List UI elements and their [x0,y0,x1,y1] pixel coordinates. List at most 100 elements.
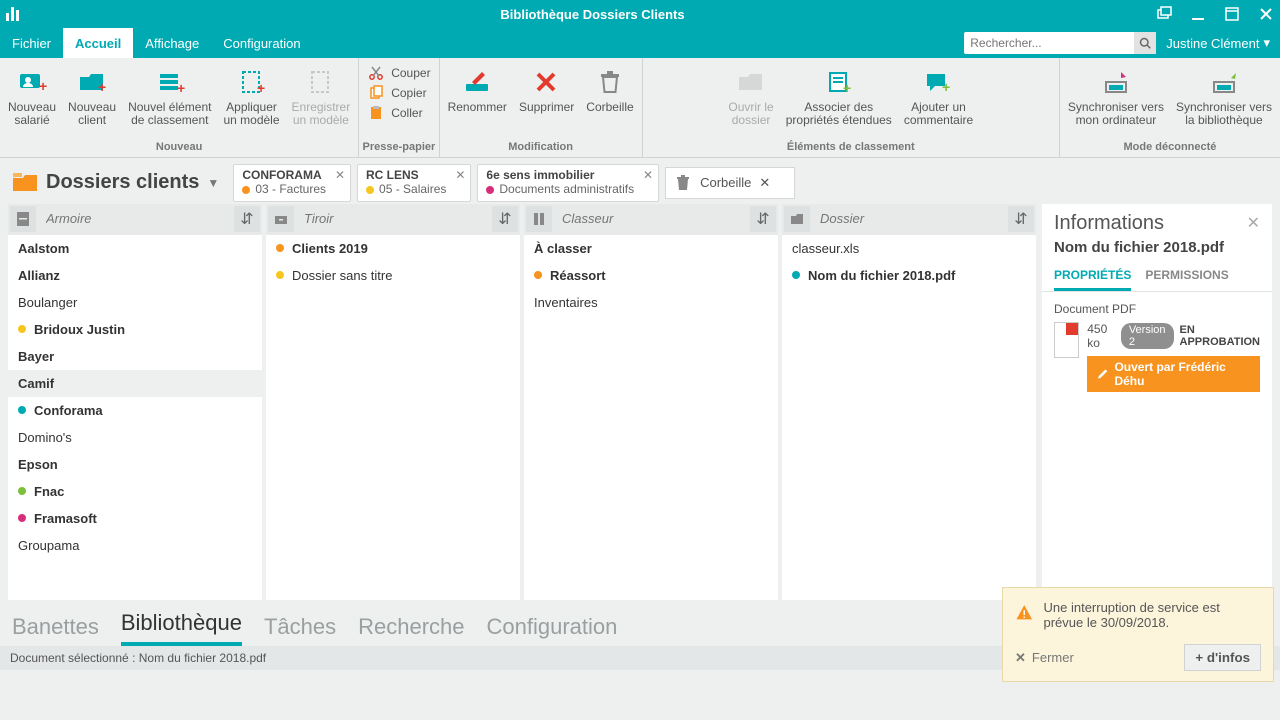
list-item[interactable]: Epson [8,451,262,478]
list-item[interactable]: Groupama [8,532,262,559]
ribbon-btn: Ouvrir le dossier [722,62,779,131]
bottom-tab-banettes[interactable]: Banettes [12,614,99,646]
svg-text:+: + [257,80,265,96]
close-icon[interactable]: ✕ [455,169,465,183]
list-item[interactable]: Dossier sans titre [266,262,520,289]
menu-fichier[interactable]: Fichier [0,28,63,58]
menu-configuration[interactable]: Configuration [211,28,312,58]
list-item[interactable]: Allianz [8,262,262,289]
sort-icon[interactable]: ⇵ [234,206,260,232]
list-item[interactable]: Conforama [8,397,262,424]
close-icon[interactable]: ✕ [643,169,653,183]
alert-close[interactable]: ✕Fermer [1015,650,1074,666]
alert-more-button[interactable]: + d'infos [1184,644,1261,671]
openf-icon [735,66,767,98]
list-item[interactable]: Nom du fichier 2018.pdf [782,262,1036,289]
stackplus-icon: + [154,66,186,98]
syncup-icon [1208,66,1240,98]
filter-armoire[interactable] [40,211,230,226]
list-item[interactable]: À classer [524,235,778,262]
ribbon-btn[interactable]: Coller [367,104,430,122]
tab-permissions[interactable]: PERMISSIONS [1145,262,1228,291]
info-doctype: Document PDF [1054,302,1260,316]
close-icon[interactable]: ✕ [335,169,345,183]
list-item[interactable]: Fnac [8,478,262,505]
ribbon-btn[interactable]: +Nouveau salarié [2,62,62,131]
window-title: Bibliothèque Dossiers Clients [29,7,1156,22]
list-item[interactable]: Domino's [8,424,262,451]
minimize-icon[interactable] [1190,6,1206,22]
tab-corbeille[interactable]: Corbeille ✕ [665,167,795,199]
list-item[interactable]: Clients 2019 [266,235,520,262]
comment-icon: + [922,66,954,98]
pdf-thumb-icon [1054,322,1079,358]
document-tab[interactable]: 6e sens immobilierDocuments administrati… [477,164,659,202]
svg-text:+: + [942,79,950,95]
user-menu[interactable]: Justine Clément ▾ [1156,28,1280,58]
close-icon[interactable]: ✕ [759,175,770,191]
menu-accueil[interactable]: Accueil [63,28,133,58]
ribbon-btn[interactable]: Corbeille [580,62,639,118]
ribbon-group-classement: Ouvrir le dossier+Associer des propriété… [643,58,1060,157]
sort-icon[interactable]: ⇵ [750,206,776,232]
ribbon-btn[interactable]: +Appliquer un modèle [217,62,285,131]
search-input[interactable] [964,36,1134,50]
bottom-tab-bibliothèque[interactable]: Bibliothèque [121,610,242,646]
list-item[interactable]: Bridoux Justin [8,316,262,343]
restore-window-icon[interactable] [1156,6,1172,22]
ribbon-group-modification: RenommerSupprimerCorbeille Modification [440,58,643,157]
trash-icon [594,66,626,98]
rename-icon [461,66,493,98]
filter-dossier[interactable] [814,211,1004,226]
status-left: Document sélectionné : Nom du fichier 20… [10,651,266,665]
column-classeur: ⇵ À classerRéassortInventaires [524,204,778,600]
document-tab[interactable]: RC LENS05 - Salaires✕ [357,164,471,202]
info-filename: Nom du fichier 2018.pdf [1042,237,1272,262]
folderplus-icon: + [76,66,108,98]
maximize-icon[interactable] [1224,6,1240,22]
list-item[interactable]: Bayer [8,343,262,370]
search-icon[interactable] [1134,32,1156,54]
ribbon-group-presse: CouperCopierColler Presse-papier [359,58,439,157]
list-item[interactable]: Boulanger [8,289,262,316]
sort-icon[interactable]: ⇵ [1008,206,1034,232]
sort-icon[interactable]: ⇵ [492,206,518,232]
list-item[interactable]: Aalstom [8,235,262,262]
list-item[interactable]: classeur.xls [782,235,1036,262]
ribbon-btn[interactable]: +Ajouter un commentaire [898,62,979,131]
ribbon-btn[interactable]: +Nouvel élément de classement [122,62,217,131]
document-tab[interactable]: CONFORAMA03 - Factures✕ [233,164,351,202]
filter-classeur[interactable] [556,211,746,226]
svg-text:+: + [843,80,851,96]
bottom-tab-configuration[interactable]: Configuration [487,614,618,646]
ribbon-btn[interactable]: +Nouveau client [62,62,122,131]
filter-tiroir[interactable] [298,211,488,226]
alert-box: Une interruption de service est prévue l… [1002,587,1274,682]
info-opened-by: Ouvert par Frédéric Déhu [1087,356,1260,392]
ribbon-btn[interactable]: +Associer des propriétés étendues [780,62,898,131]
svg-text:+: + [177,80,185,96]
ribbon-btn[interactable]: Copier [367,84,430,102]
ribbon-btn[interactable]: Supprimer [513,62,580,118]
ribbon-btn[interactable]: Renommer [442,62,513,118]
search-box[interactable] [964,32,1156,54]
ribbon-group-offline: Synchroniser vers mon ordinateurSynchron… [1060,58,1280,157]
list-item[interactable]: Framasoft [8,505,262,532]
list-item[interactable]: Réassort [524,262,778,289]
library-title[interactable]: Dossiers clients ▼ [12,171,219,194]
list-item[interactable]: Camif [8,370,262,397]
tab-proprietes[interactable]: PROPRIÉTÉS [1054,262,1131,291]
close-icon[interactable]: ✕ [1247,213,1260,233]
bottom-tab-tâches[interactable]: Tâches [264,614,336,646]
ribbon-btn[interactable]: Couper [367,64,430,82]
list-item[interactable]: Inventaires [524,289,778,316]
close-icon[interactable] [1258,6,1274,22]
menu-affichage[interactable]: Affichage [133,28,211,58]
column-tiroir: ⇵ Clients 2019Dossier sans titre [266,204,520,600]
ribbon-btn[interactable]: Synchroniser vers la bibliothèque [1170,62,1278,131]
ribbon-btn[interactable]: Synchroniser vers mon ordinateur [1062,62,1170,131]
bottom-tab-recherche[interactable]: Recherche [358,614,464,646]
classeur-icon [526,206,552,232]
ribbon-group-nouveau: +Nouveau salarié+Nouveau client+Nouvel é… [0,58,359,157]
props-icon: + [823,66,855,98]
